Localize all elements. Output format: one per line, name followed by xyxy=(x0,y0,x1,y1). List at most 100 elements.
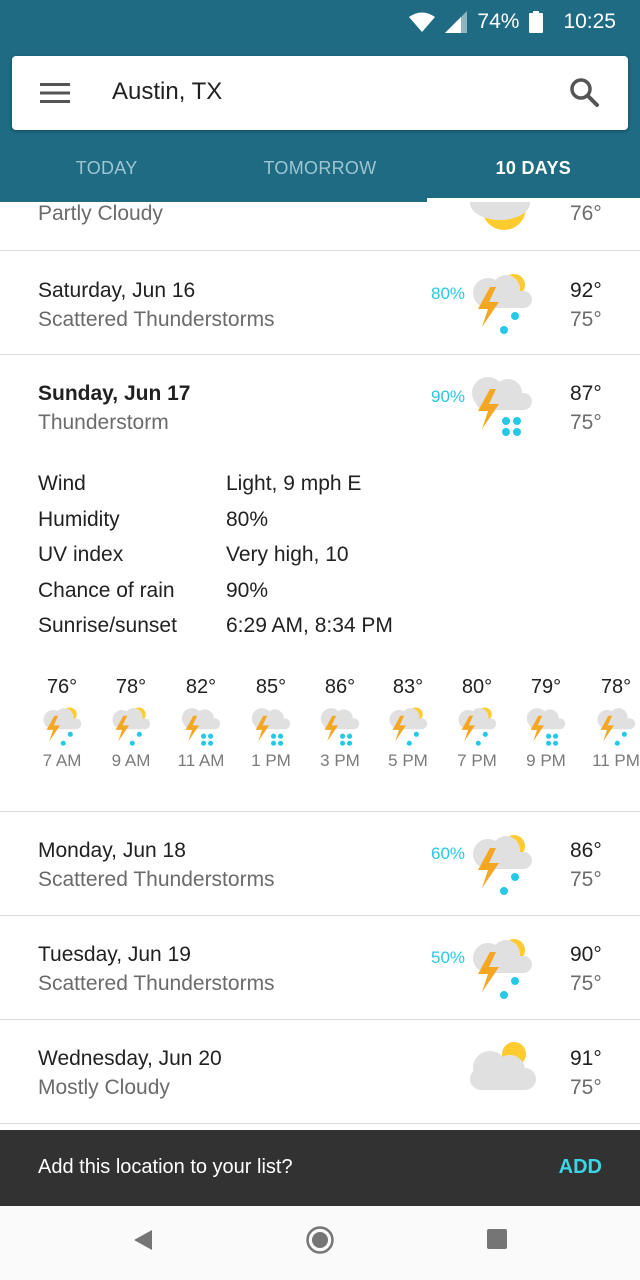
precip-chance: 50% xyxy=(431,948,466,967)
scattered-thunderstorms-icon xyxy=(43,707,82,746)
hourly-time: 11 PM xyxy=(592,751,640,770)
thunderstorm-icon xyxy=(472,377,532,436)
hourly-item: 78° 9 AM xyxy=(98,676,164,771)
scattered-thunderstorms-icon xyxy=(458,707,497,746)
hourly-time: 7 PM xyxy=(457,751,497,770)
hourly-temp: 82° xyxy=(185,676,217,698)
precip-chance: 90% xyxy=(431,387,466,406)
forecast-row-expanded[interactable]: Sunday, Jun 17 Thunderstorm 90% 87° 75° … xyxy=(0,355,640,812)
hourly-item: 80° 7 PM xyxy=(444,676,510,771)
forecast-row[interactable]: Tuesday, Jun 19 Scattered Thunderstorms … xyxy=(0,916,640,1020)
forecast-date: Saturday, Jun 16 xyxy=(38,279,196,302)
forecast-low: 76° xyxy=(570,202,602,225)
hourly-time: 7 AM xyxy=(42,751,82,770)
night-thunderstorm-icon xyxy=(597,708,636,746)
sunrise-sunset-value: 6:29 AM, 8:34 PM xyxy=(226,614,393,637)
tab-bar: TODAY TOMORROW 10 DAYS xyxy=(0,136,640,202)
forecast-date: Tuesday, Jun 19 xyxy=(38,943,191,966)
forecast-high: 90° xyxy=(570,943,602,966)
forecast-condition: Partly Cloudy xyxy=(38,202,163,225)
location-title[interactable]: Austin, TX xyxy=(112,78,222,106)
forecast-list[interactable]: Partly Cloudy 76° Saturday, Jun 16 Scatt… xyxy=(0,202,640,1130)
scattered-thunderstorms-icon xyxy=(389,707,428,746)
hourly-temp: 79° xyxy=(530,676,562,698)
forecast-date: Sunday, Jun 17 xyxy=(38,382,191,405)
hourly-item: 83° 5 PM xyxy=(375,676,441,771)
hourly-item: 86° 3 PM xyxy=(307,676,373,771)
partly-cloudy-icon xyxy=(470,202,530,230)
hourly-temp: 78° xyxy=(600,676,632,698)
hourly-temp: 83° xyxy=(392,676,424,698)
hourly-time: 5 PM xyxy=(388,751,428,770)
clock: 10:25 xyxy=(563,10,616,33)
navigation-bar xyxy=(0,1206,640,1280)
sunrise-sunset-label: Sunrise/sunset xyxy=(38,614,177,637)
menu-icon[interactable] xyxy=(40,80,70,106)
home-icon[interactable] xyxy=(305,1225,335,1255)
forecast-high: 92° xyxy=(570,279,602,302)
forecast-low: 75° xyxy=(570,972,602,995)
forecast-row-partial[interactable]: Partly Cloudy 76° xyxy=(0,202,640,251)
uv-label: UV index xyxy=(38,543,124,566)
hourly-temp: 80° xyxy=(461,676,493,698)
humidity-value: 80% xyxy=(226,508,269,531)
status-bar: 74% 10:25 xyxy=(0,0,640,44)
hourly-time: 9 PM xyxy=(526,751,566,770)
forecast-condition: Scattered Thunderstorms xyxy=(38,308,275,331)
forecast-row[interactable]: Monday, Jun 18 Scattered Thunderstorms 6… xyxy=(0,812,640,916)
forecast-row[interactable]: Saturday, Jun 16 Scattered Thunderstorms… xyxy=(0,251,640,355)
forecast-condition: Thunderstorm xyxy=(38,411,169,434)
wind-value: Light, 9 mph E xyxy=(226,472,362,495)
tab-10-days[interactable]: 10 DAYS xyxy=(426,136,640,202)
forecast-high: 87° xyxy=(570,382,602,405)
forecast-condition: Mostly Cloudy xyxy=(38,1076,170,1099)
thunderstorm-icon xyxy=(320,708,360,746)
precip-chance: 60% xyxy=(431,844,466,863)
hourly-time: 11 AM xyxy=(177,751,225,770)
forecast-condition: Scattered Thunderstorms xyxy=(38,972,275,995)
search-card[interactable]: Austin, TX xyxy=(12,56,628,130)
hourly-item: 76° 7 AM xyxy=(29,676,95,771)
forecast-high: 86° xyxy=(570,839,602,862)
hourly-item: 79° 9 PM xyxy=(513,676,579,771)
wind-label: Wind xyxy=(38,472,86,495)
snackbar: Add this location to your list? ADD xyxy=(0,1130,640,1206)
forecast-high: 91° xyxy=(570,1047,602,1070)
cell-signal-icon xyxy=(445,11,468,33)
back-icon[interactable] xyxy=(132,1228,154,1252)
hourly-item: 78° 11 PM xyxy=(583,676,640,771)
forecast-date: Wednesday, Jun 20 xyxy=(38,1047,222,1070)
thunderstorm-icon xyxy=(181,708,221,746)
battery-icon xyxy=(529,11,544,33)
hourly-forecast[interactable]: 76° 7 AM 78° 9 AM 82° 11 AM 85° 1 PM 86° xyxy=(0,676,640,786)
forecast-row[interactable]: Wednesday, Jun 20 Mostly Cloudy 91° 75° xyxy=(0,1020,640,1124)
hourly-time: 9 AM xyxy=(111,751,151,770)
rain-chance-value: 90% xyxy=(226,579,269,602)
hourly-time: 1 PM xyxy=(251,751,291,770)
hourly-temp: 86° xyxy=(324,676,356,698)
scattered-thunderstorms-icon xyxy=(473,835,532,895)
battery-percent: 74% xyxy=(477,10,520,33)
tab-tomorrow[interactable]: TOMORROW xyxy=(213,136,426,202)
hourly-temp: 76° xyxy=(46,676,78,698)
recents-icon[interactable] xyxy=(486,1228,508,1250)
scattered-thunderstorms-icon xyxy=(473,939,532,999)
add-location-button[interactable]: ADD xyxy=(559,1156,602,1179)
mostly-cloudy-icon xyxy=(470,1042,536,1090)
status-icons: 74% 10:25 xyxy=(409,8,616,36)
forecast-low: 75° xyxy=(570,308,602,331)
wifi-icon xyxy=(409,12,436,32)
hourly-time: 3 PM xyxy=(320,751,360,770)
rain-chance-label: Chance of rain xyxy=(38,579,175,602)
forecast-condition: Scattered Thunderstorms xyxy=(38,868,275,891)
hourly-temp: 78° xyxy=(115,676,147,698)
scattered-thunderstorms-icon xyxy=(112,707,151,746)
hourly-temp: 85° xyxy=(255,676,287,698)
app-bar: Austin, TX TODAY TOMORROW 10 DAYS xyxy=(0,44,640,202)
uv-value: Very high, 10 xyxy=(226,543,349,566)
snackbar-message: Add this location to your list? xyxy=(38,1156,293,1178)
forecast-low: 75° xyxy=(570,868,602,891)
precip-chance: 80% xyxy=(431,284,466,303)
search-icon[interactable] xyxy=(568,76,600,108)
tab-today[interactable]: TODAY xyxy=(0,136,213,202)
